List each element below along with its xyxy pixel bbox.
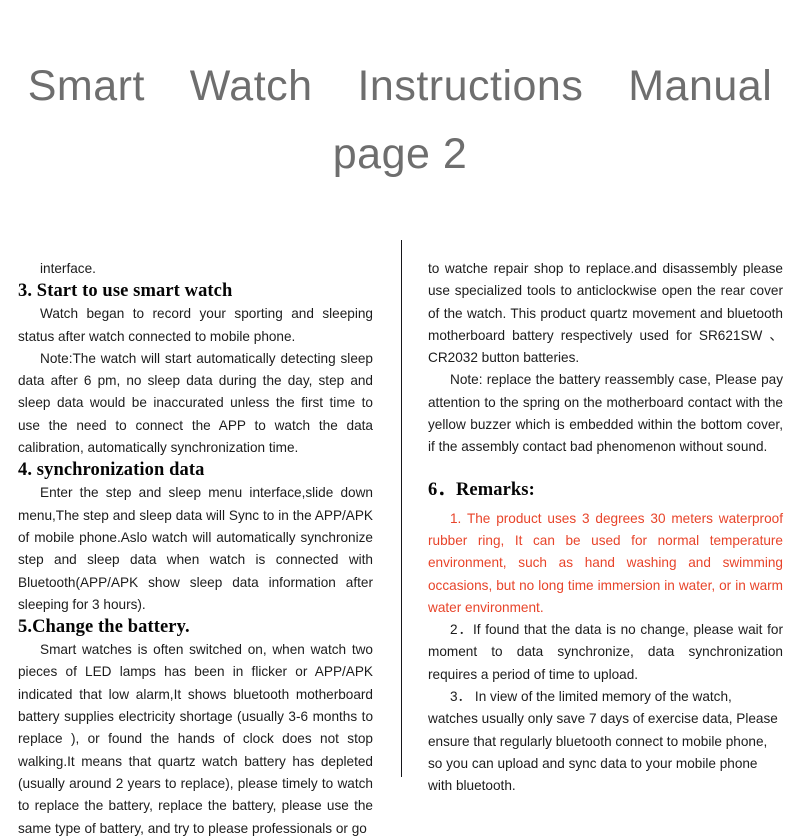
heading-synchronization-data: 4. synchronization data	[18, 460, 205, 481]
heading-remarks: 6．Remarks:	[428, 479, 535, 500]
paragraph-remark-1-waterproof: 1. The product uses 3 degrees 30 meters …	[428, 510, 783, 615]
page-title: Smart Watch Instructions Manual page 2	[0, 52, 800, 188]
right-text-column: to watche repair shop to replace.and dis…	[428, 258, 783, 793]
paragraph-interface: interface.	[40, 261, 96, 276]
two-column-body: interface. 3. Start to use smart watch W…	[0, 258, 800, 836]
paragraph-synchronization-details: Enter the step and sleep menu interface,…	[18, 485, 373, 612]
paragraph-note-reassembly: Note: replace the battery reassembly cas…	[428, 372, 783, 455]
paragraph-repair-shop-disassembly: to watche repair shop to replace.and dis…	[428, 261, 783, 366]
paragraph-remark-2-data-sync: 2．If found that the data is no change, p…	[428, 622, 783, 682]
document-page: Smart Watch Instructions Manual page 2 i…	[0, 0, 800, 836]
paragraph-remark-3-memory: 3． In view of the limited memory of the …	[428, 689, 778, 794]
heading-change-the-battery: 5.Change the battery.	[18, 617, 190, 638]
paragraph-battery-replacement: Smart watches is often switched on, when…	[18, 642, 373, 836]
page-title-line-2: page 2	[332, 130, 468, 178]
paragraph-note-sleep-detection: Note:The watch will start automatically …	[18, 350, 373, 456]
paragraph-watch-began-to-record: Watch began to record your sporting and …	[18, 306, 373, 344]
page-title-line-1: Smart Watch Instructions Manual	[27, 62, 773, 110]
left-text-column: interface. 3. Start to use smart watch W…	[18, 258, 373, 836]
heading-start-to-use-smart-watch: 3. Start to use smart watch	[18, 281, 233, 302]
